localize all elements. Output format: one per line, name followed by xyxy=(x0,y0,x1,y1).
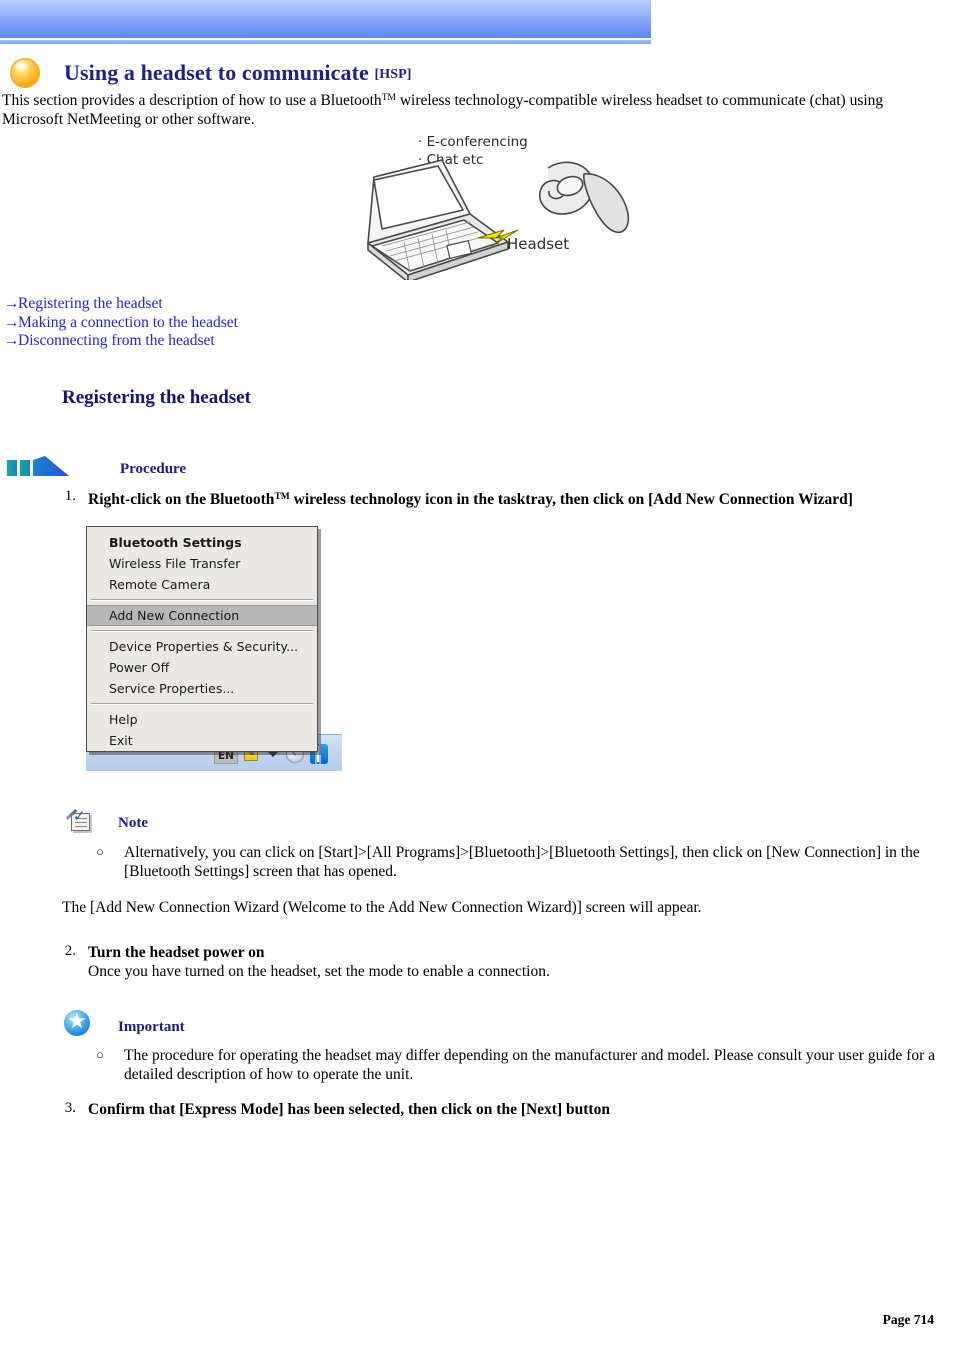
arrow-icon: → xyxy=(4,332,20,349)
note-label: Note xyxy=(118,815,148,831)
intro-text-part-1: This section provides a description of h… xyxy=(2,92,382,109)
menu-item-exit[interactable]: Exit xyxy=(87,730,317,751)
menu-item-bluetooth-settings[interactable]: Bluetooth Settings xyxy=(87,532,317,553)
link-label: Registering the headset xyxy=(18,295,163,312)
trademark-symbol: TM xyxy=(381,93,396,103)
arrow-icon: → xyxy=(4,313,20,331)
menu-separator-1 xyxy=(91,599,313,601)
note-bullet: ○ Alternatively, you can click on [Start… xyxy=(96,843,954,881)
page-title-text: Using a headset to communicate xyxy=(64,60,375,85)
menu-item-remote-camera[interactable]: Remote Camera xyxy=(87,574,317,595)
step-2-title: Turn the headset power on xyxy=(88,944,265,961)
step-1-text-b: wireless technology icon in the tasktray… xyxy=(289,491,853,508)
step-2-text: Turn the headset power on Once you have … xyxy=(88,943,930,981)
link-making-a-connection[interactable]: →Making a connection to the headset xyxy=(4,314,504,333)
note-after-paragraph: The [Add New Connection Wizard (Welcome … xyxy=(62,899,702,916)
bullet-marker: ○ xyxy=(96,1047,104,1062)
banner-divider-white-2 xyxy=(0,44,651,45)
page-header-banner xyxy=(0,0,651,45)
note-bullet-text: Alternatively, you can click on [Start]>… xyxy=(124,844,920,880)
link-label: Disconnecting from the headset xyxy=(18,332,215,349)
page-footer: Page 714 xyxy=(882,1312,934,1327)
bullet-marker: ○ xyxy=(96,844,104,859)
link-registering-the-headset[interactable]: →Registering the headset xyxy=(4,295,504,314)
step-2-number: 2. xyxy=(64,943,76,959)
headset-communication-illustration: · E-conferencing · Chat etc Headset xyxy=(352,130,632,280)
laptop-headset-svg xyxy=(367,159,630,280)
important-bullet: ○ The procedure for operating the headse… xyxy=(96,1046,954,1084)
important-label: Important xyxy=(118,1019,185,1035)
intro-paragraph: This section provides a description of h… xyxy=(2,89,932,129)
menu-item-help[interactable]: Help xyxy=(87,709,317,730)
important-bullet-text: The procedure for operating the headset … xyxy=(124,1047,936,1083)
note-document-pencil-icon: ✓ xyxy=(64,806,94,834)
context-menu-panel: Bluetooth Settings Wireless File Transfe… xyxy=(86,526,318,752)
step-1-text-a: Right-click on the Bluetooth xyxy=(88,491,275,508)
step-2: 2. Turn the headset power on Once you ha… xyxy=(50,943,930,981)
trademark-symbol: TM xyxy=(274,492,290,502)
procedure-icon-svg xyxy=(7,456,69,476)
bluetooth-tray-context-menu-screenshot: EN ✎ Bluetooth Settings Wireless File Tr… xyxy=(86,526,342,771)
menu-item-device-properties-and-security[interactable]: Device Properties & Security... xyxy=(87,636,317,657)
step-2-detail: Once you have turned on the headset, set… xyxy=(88,963,550,980)
step-1: 1. Right-click on the BluetoothTM wirele… xyxy=(50,488,930,509)
procedure-arrow-icon xyxy=(5,454,73,480)
step-1-number: 1. xyxy=(64,488,76,504)
banner-gradient-bar xyxy=(0,0,651,38)
menu-separator-2 xyxy=(91,630,313,632)
important-star-icon xyxy=(62,1009,92,1037)
step-3: 3. Confirm that [Express Mode] has been … xyxy=(50,1100,930,1119)
chevron-down-icon[interactable] xyxy=(268,752,278,757)
step-3-title: Confirm that [Express Mode] has been sel… xyxy=(88,1101,610,1118)
menu-item-add-new-connection[interactable]: Add New Connection xyxy=(87,605,317,626)
page-title-profile-tag: [HSP] xyxy=(374,67,412,82)
page-title: Using a headset to communicate [HSP] xyxy=(64,60,412,86)
section-links: →Registering the headset →Making a conne… xyxy=(4,295,504,351)
gold-orb-icon xyxy=(10,58,40,88)
procedure-label: Procedure xyxy=(120,461,187,477)
section-heading-registering-the-headset: Registering the headset xyxy=(62,387,251,408)
menu-separator-3 xyxy=(91,703,313,705)
step-3-text: Confirm that [Express Mode] has been sel… xyxy=(88,1100,930,1119)
step-1-text: Right-click on the BluetoothTM wireless … xyxy=(88,488,930,509)
menu-item-power-off[interactable]: Power Off xyxy=(87,657,317,678)
menu-item-wireless-file-transfer[interactable]: Wireless File Transfer xyxy=(87,553,317,574)
link-label: Making a connection to the headset xyxy=(18,313,238,331)
menu-item-service-properties[interactable]: Service Properties... xyxy=(87,678,317,699)
arrow-icon: → xyxy=(4,295,20,312)
page-title-row: Using a headset to communicate [HSP] xyxy=(0,58,954,92)
step-3-number: 3. xyxy=(64,1100,76,1116)
note-check-mark: ✓ xyxy=(73,807,86,825)
link-disconnecting[interactable]: →Disconnecting from the headset xyxy=(4,332,504,351)
